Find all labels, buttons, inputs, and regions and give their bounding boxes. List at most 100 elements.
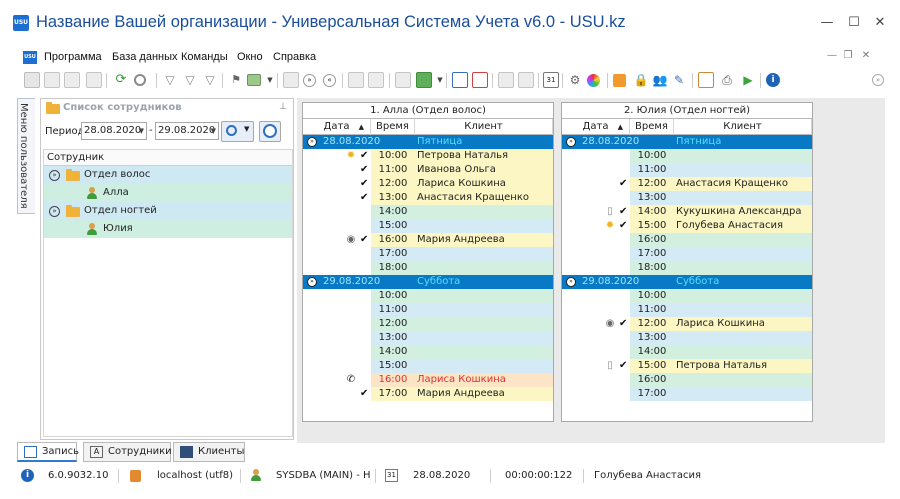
employee-column-header[interactable]: Сотрудник: [44, 150, 292, 166]
collapse-day-icon[interactable]: »: [566, 277, 576, 287]
refresh-icon[interactable]: ⟳: [113, 72, 129, 88]
rss-icon[interactable]: [613, 74, 626, 87]
users-icon[interactable]: 👥: [652, 72, 668, 88]
insert-icon[interactable]: [348, 72, 364, 88]
settings-gear-icon[interactable]: ⚙: [567, 72, 583, 88]
time-slot-row[interactable]: 10:00: [562, 289, 812, 303]
close-button[interactable]: ✕: [869, 12, 891, 34]
menu-database[interactable]: База данных: [112, 51, 178, 63]
export-excel-icon[interactable]: [416, 72, 432, 88]
time-slot-row[interactable]: 13:00: [303, 331, 553, 345]
collapse-day-icon[interactable]: »: [566, 137, 576, 147]
sort-asc-icon[interactable]: ▲: [618, 119, 623, 135]
time-slot-row[interactable]: 18:00: [303, 261, 553, 275]
collapse-day-icon[interactable]: »: [307, 277, 317, 287]
time-slot-row[interactable]: ▯ ✔ 15:00 Петрова Наталья: [562, 359, 812, 373]
toolbar-overflow-icon[interactable]: »: [872, 74, 884, 86]
day-header-row[interactable]: » 28.08.2020 Пятница: [303, 135, 553, 149]
new-window-icon[interactable]: [452, 72, 468, 88]
time-slot-row[interactable]: ◉ ✔ 16:00 Мария Андреева: [303, 233, 553, 247]
time-slot-row[interactable]: ✔ 12:00 Лариса Кошкина: [303, 177, 553, 191]
report-icon[interactable]: [395, 72, 411, 88]
tools-icon[interactable]: ✎: [671, 72, 687, 88]
mdi-restore-button[interactable]: ❐: [842, 50, 854, 61]
day-header-row[interactable]: » 28.08.2020 Пятница: [562, 135, 812, 149]
print-icon[interactable]: ⎙: [719, 72, 735, 88]
time-slot-row[interactable]: 11:00: [303, 303, 553, 317]
period-clock-button[interactable]: [259, 121, 281, 142]
table-icon[interactable]: [698, 72, 714, 88]
time-slot-row[interactable]: ◉ ✔ 12:00 Лариса Кошкина: [562, 317, 812, 331]
chevron-down-icon[interactable]: ▼: [139, 123, 144, 139]
time-slot-row[interactable]: 15:00: [303, 219, 553, 233]
period-search-button[interactable]: ▼: [221, 121, 254, 142]
collapse-all-icon[interactable]: «: [323, 74, 336, 87]
tree-employee-row[interactable]: Алла: [44, 184, 292, 202]
time-slot-row[interactable]: ✔ 17:00 Мария Андреева: [303, 387, 553, 401]
time-slot-row[interactable]: 11:00: [562, 303, 812, 317]
date-to-input[interactable]: 29.08.2020 ▼: [155, 122, 219, 140]
user-menu-side-tab[interactable]: Меню пользователя: [17, 98, 35, 214]
tree-employee-row[interactable]: Юлия: [44, 220, 292, 238]
day-header-row[interactable]: » 29.08.2020 Суббота: [303, 275, 553, 289]
time-slot-row[interactable]: 18:00: [562, 261, 812, 275]
time-slot-row[interactable]: 17:00: [562, 387, 812, 401]
column-client[interactable]: Клиент: [415, 119, 553, 135]
time-slot-row[interactable]: 10:00: [303, 289, 553, 303]
collapse-icon[interactable]: »: [49, 206, 60, 217]
tab-clients[interactable]: Клиенты: [173, 442, 245, 462]
minimize-button[interactable]: —: [816, 12, 838, 34]
sort-asc-icon[interactable]: ▲: [359, 119, 364, 135]
search-icon[interactable]: [134, 74, 146, 86]
column-client[interactable]: Клиент: [674, 119, 812, 135]
menu-help[interactable]: Справка: [273, 51, 316, 63]
filter-clear-icon[interactable]: ▽: [182, 72, 198, 88]
expand-all-icon[interactable]: »: [303, 74, 316, 87]
time-slot-row[interactable]: ✹ ✔ 15:00 Голубева Анастасия: [562, 219, 812, 233]
time-slot-row[interactable]: ▯ ✔ 14:00 Кукушкина Александра: [562, 205, 812, 219]
calendar-icon[interactable]: 31: [543, 72, 559, 88]
time-slot-row[interactable]: ✔ 11:00 Иванова Ольга: [303, 163, 553, 177]
filter-icon[interactable]: ▽: [162, 72, 178, 88]
copy-icon[interactable]: [44, 72, 60, 88]
group-icon[interactable]: [283, 72, 299, 88]
image-icon[interactable]: [247, 74, 261, 86]
time-slot-row[interactable]: 10:00: [562, 149, 812, 163]
column-time[interactable]: Время: [630, 119, 674, 135]
filter-settings-icon[interactable]: ▽: [202, 72, 218, 88]
time-slot-row[interactable]: 14:00: [562, 345, 812, 359]
pin-icon[interactable]: ⊥: [279, 102, 287, 112]
time-slot-row[interactable]: 16:00: [562, 373, 812, 387]
date-from-input[interactable]: 28.08.2020 ▼: [81, 122, 147, 140]
time-slot-row[interactable]: 12:00: [303, 317, 553, 331]
mdi-close-button[interactable]: ✕: [860, 50, 872, 61]
menu-commands[interactable]: Команды: [181, 51, 228, 63]
close-window-icon[interactable]: [472, 72, 488, 88]
day-header-row[interactable]: » 29.08.2020 Суббота: [562, 275, 812, 289]
mdi-minimize-button[interactable]: —: [826, 50, 838, 61]
time-slot-row[interactable]: ✆ 16:00 Лариса Кошкина: [303, 373, 553, 387]
time-slot-row[interactable]: 15:00: [303, 359, 553, 373]
time-slot-row[interactable]: ✹ ✔ 10:00 Петрова Наталья: [303, 149, 553, 163]
column-time[interactable]: Время: [371, 119, 415, 135]
time-slot-row[interactable]: ✔ 13:00 Анастасия Кращенко: [303, 191, 553, 205]
collapse-day-icon[interactable]: »: [307, 137, 317, 147]
run-icon[interactable]: ▶: [740, 72, 756, 88]
tab-employees[interactable]: A Сотрудники: [83, 442, 172, 462]
time-slot-row[interactable]: 13:00: [562, 191, 812, 205]
tree-department-row[interactable]: » Отдел ногтей: [44, 202, 292, 220]
delete-icon[interactable]: [86, 72, 102, 88]
time-slot-row[interactable]: 11:00: [562, 163, 812, 177]
time-slot-row[interactable]: 17:00: [303, 247, 553, 261]
collapse-icon[interactable]: »: [49, 170, 60, 181]
chevron-down-icon[interactable]: ▼: [211, 123, 216, 139]
image-dropdown-icon[interactable]: ▼: [262, 72, 278, 88]
time-slot-row[interactable]: 14:00: [303, 345, 553, 359]
menu-window[interactable]: Окно: [237, 51, 263, 63]
column-date[interactable]: Дата ▲: [562, 119, 630, 135]
column-date[interactable]: Дата ▲: [303, 119, 371, 135]
new-record-icon[interactable]: [24, 72, 40, 88]
flag-icon[interactable]: ⚑: [228, 72, 244, 88]
about-info-icon[interactable]: i: [766, 73, 780, 87]
user-card-icon[interactable]: [498, 72, 514, 88]
